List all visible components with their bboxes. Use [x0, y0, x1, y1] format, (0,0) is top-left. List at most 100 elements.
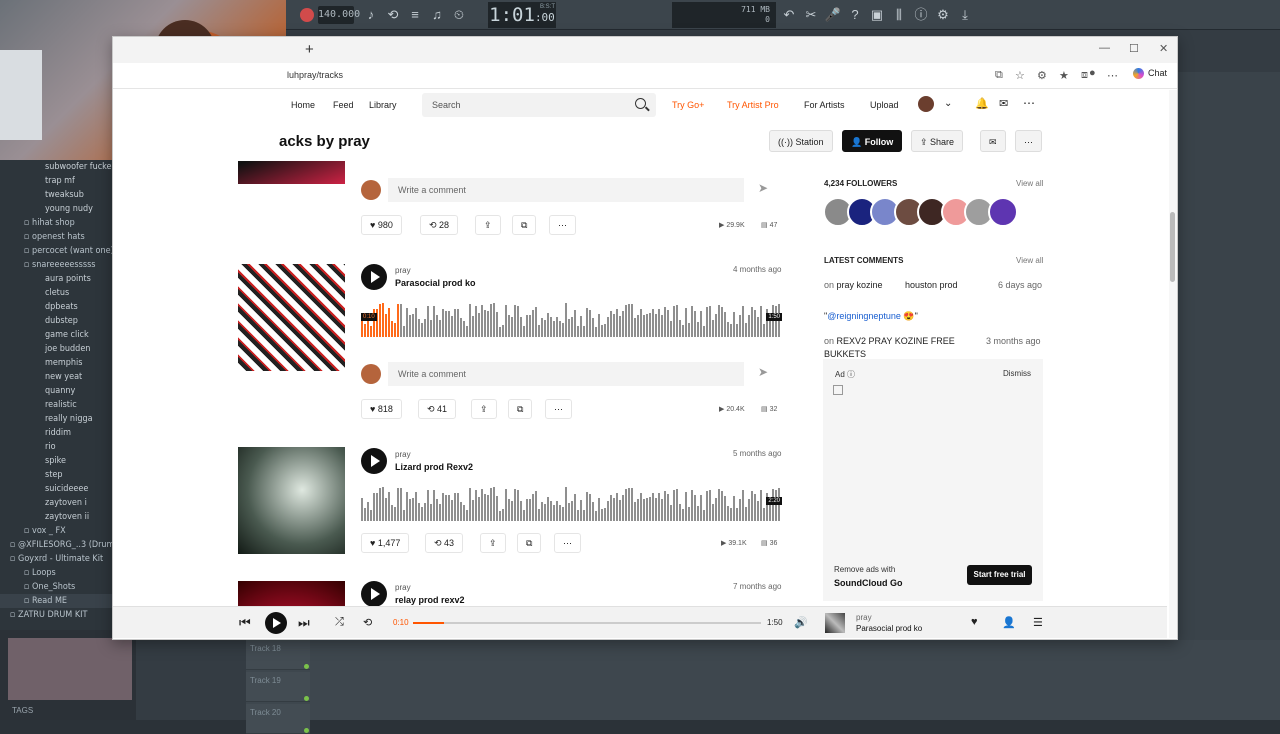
favorites-icon[interactable]: ★	[1059, 69, 1069, 82]
progress-bar[interactable]	[413, 622, 761, 624]
send-icon[interactable]: ➤	[758, 365, 768, 379]
search-icon[interactable]	[635, 98, 646, 109]
follower-avatar[interactable]	[987, 197, 1018, 227]
nav-feed[interactable]: Feed	[333, 100, 354, 110]
comment-input[interactable]: Write a comment	[388, 362, 744, 386]
app-available-icon[interactable]: ⧉	[995, 69, 1003, 82]
next-icon[interactable]: ⏭	[298, 615, 310, 631]
track-artwork[interactable]	[238, 581, 345, 606]
track-artwork[interactable]	[238, 264, 345, 371]
user-avatar[interactable]	[918, 96, 934, 112]
cut-icon[interactable]: ✂	[802, 6, 820, 24]
follow-user-icon[interactable]: 👤	[1002, 616, 1016, 629]
daw-browser-item[interactable]: ▫ snareeeeesssss	[0, 258, 112, 272]
daw-browser-item[interactable]: cletus	[0, 286, 112, 300]
undo-icon[interactable]: ↶	[780, 6, 798, 24]
now-playing-artwork[interactable]	[825, 613, 845, 633]
daw-browser-item[interactable]: ▫ hihat shop	[0, 216, 112, 230]
step-edit-icon[interactable]: ≡	[406, 6, 424, 24]
track-artwork[interactable]	[238, 447, 345, 554]
now-playing-title[interactable]: Parasocial prod ko	[856, 624, 922, 633]
volume-icon[interactable]: 🔊	[794, 616, 808, 629]
minimize-icon[interactable]: —	[1099, 42, 1110, 54]
close-icon[interactable]: ✕	[1159, 42, 1168, 55]
message-button[interactable]: ✉	[980, 130, 1006, 152]
daw-browser-item[interactable]: young nudy	[0, 202, 112, 216]
profile-icon[interactable]: ●	[1089, 67, 1096, 79]
track-waveform[interactable]: 2:20	[361, 485, 782, 521]
track-title[interactable]: Parasocial prod ko	[395, 278, 476, 288]
daw-browser-item[interactable]: ▫ Goyxrd - Ultimate Kit	[0, 552, 112, 566]
record-button[interactable]	[300, 8, 314, 22]
maximize-icon[interactable]: ☐	[1129, 42, 1139, 55]
info-icon[interactable]: ⓘ	[912, 6, 930, 24]
search-input[interactable]: Search	[422, 93, 656, 117]
copy-link-button[interactable]: ⧉	[517, 533, 542, 553]
comment-mention[interactable]: @reigningneptune	[827, 311, 901, 321]
daw-browser-item[interactable]: trap mf	[0, 174, 112, 188]
track-waveform[interactable]: 0:10 1:50	[361, 301, 782, 337]
share-button[interactable]: ⇪	[471, 399, 497, 419]
comment-input[interactable]: Write a comment	[388, 178, 744, 202]
daw-browser-item[interactable]: quanny	[0, 384, 112, 398]
track-title[interactable]: relay prod rexv2	[395, 595, 465, 605]
repost-button[interactable]: ⟲ 28	[420, 215, 459, 235]
play-button[interactable]	[361, 448, 387, 474]
repost-button[interactable]: ⟲ 43	[425, 533, 464, 553]
scrollbar-thumb[interactable]	[1170, 212, 1175, 282]
shuffle-icon[interactable]: ⤮	[335, 616, 344, 629]
info-icon[interactable]: ⓘ	[847, 370, 855, 379]
daw-browser-item[interactable]: rio	[0, 440, 112, 454]
countdown-icon[interactable]: ⏲	[450, 6, 468, 24]
daw-browser-item[interactable]: step	[0, 468, 112, 482]
dismiss-ad-button[interactable]: Dismiss	[1003, 369, 1031, 378]
like-button[interactable]: ♥ 818	[361, 399, 402, 419]
repeat-icon[interactable]: ⟲	[363, 616, 372, 629]
share-button[interactable]: ⇪ Share	[911, 130, 964, 152]
daw-browser-item[interactable]: zaytoven ii	[0, 510, 112, 524]
daw-browser-item[interactable]: really nigga	[0, 412, 112, 426]
daw-browser-item[interactable]: aura points	[0, 272, 112, 286]
previous-icon[interactable]: ⏮	[239, 615, 251, 631]
repost-button[interactable]: ⟲ 41	[418, 399, 457, 419]
followers-view-all[interactable]: View all	[1016, 179, 1043, 188]
track-header[interactable]: Track 18	[246, 640, 310, 670]
comment-user[interactable]: houston prod	[905, 279, 958, 292]
daw-browser-item[interactable]: zaytoven i	[0, 496, 112, 510]
comment-track-link[interactable]: on pray kozine	[824, 279, 894, 292]
upload-link[interactable]: Upload	[870, 100, 899, 110]
try-go-link[interactable]: Try Go+	[672, 100, 704, 110]
play-button[interactable]	[361, 264, 387, 290]
daw-browser-item[interactable]: ▫ percocet (want one)	[0, 244, 112, 258]
loop-record-icon[interactable]: ⟲	[384, 6, 402, 24]
track-artist[interactable]: pray	[395, 266, 411, 275]
tempo-display[interactable]: 140.000	[318, 6, 360, 24]
track-artwork[interactable]	[238, 161, 345, 184]
more-button[interactable]: ⋯	[554, 533, 581, 553]
new-tab-icon[interactable]: +	[305, 41, 314, 58]
mixer-icon[interactable]: ⫼	[890, 6, 908, 24]
page-scrollbar[interactable]	[1169, 90, 1177, 638]
daw-browser-item[interactable]: tweaksub	[0, 188, 112, 202]
favorite-star-icon[interactable]: ☆	[1015, 69, 1025, 82]
track-artist[interactable]: pray	[395, 583, 411, 592]
send-icon[interactable]: ➤	[758, 181, 768, 195]
mic-icon[interactable]: 🎤	[824, 6, 842, 24]
copilot-chat-button[interactable]: Chat	[1133, 68, 1167, 80]
daw-browser-item[interactable]: memphis	[0, 356, 112, 370]
like-button[interactable]: ♥ 1,477	[361, 533, 410, 553]
daw-browser-item[interactable]: dpbeats	[0, 300, 112, 314]
address-bar[interactable]: luhpray/tracks ⧉ ☆ ⚙ ★ ⧈ ⋯ ● Chat	[113, 63, 1177, 89]
share-button[interactable]: ⇪	[480, 533, 506, 553]
daw-browser-item[interactable]: dubstep	[0, 314, 112, 328]
daw-browser-item[interactable]: realistic	[0, 398, 112, 412]
daw-browser-item[interactable]: ▫ One_Shots	[0, 580, 112, 594]
blend-notes-icon[interactable]: ♫	[428, 6, 446, 24]
station-button[interactable]: ((·)) Station	[769, 130, 833, 152]
like-heart-icon[interactable]: ♥	[971, 616, 978, 628]
copy-link-button[interactable]: ⧉	[508, 399, 533, 419]
more-icon[interactable]: ⋯	[1023, 96, 1035, 110]
track-artist[interactable]: pray	[395, 450, 411, 459]
more-options-button[interactable]: ⋯	[1015, 130, 1042, 152]
start-free-trial-button[interactable]: Start free trial	[967, 565, 1032, 585]
